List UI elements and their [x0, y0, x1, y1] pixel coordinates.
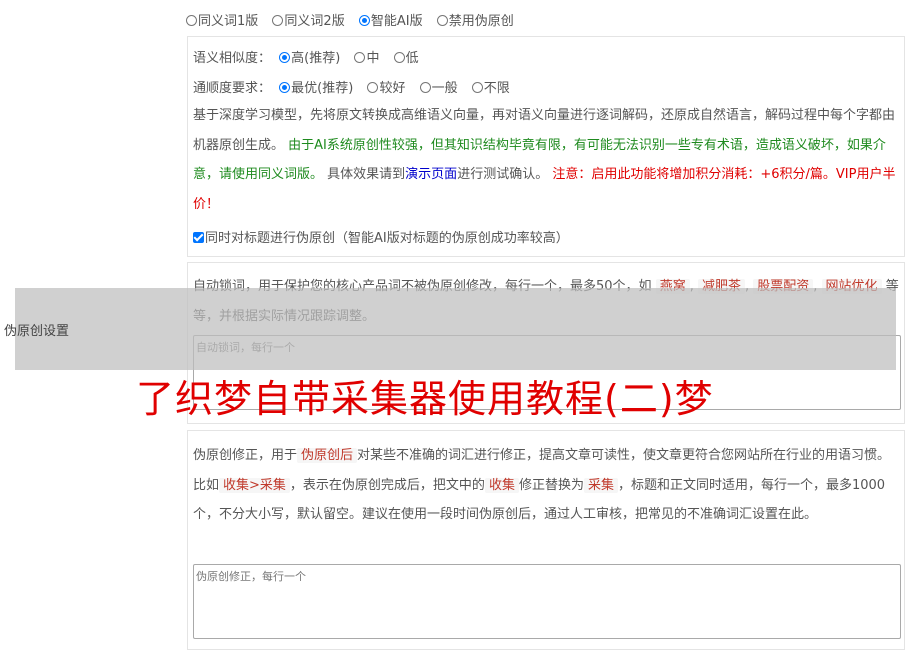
similarity-option-label: 低 — [405, 51, 419, 66]
demo-page-link[interactable]: 演示页面 — [405, 167, 457, 182]
mode-option-ai[interactable]: 智能AI版 — [358, 10, 423, 29]
fluency-option-label: 不限 — [483, 81, 510, 96]
similarity-radio-low[interactable] — [393, 52, 405, 63]
ai-settings-panel: 语义相似度： 高(推荐) 中 低 通顺度要求： 最优(推荐) 较好 一般 不限 … — [187, 36, 905, 257]
correction-tag: 伪原创后 — [297, 448, 358, 463]
effect-prefix: 具体效果请到 — [327, 167, 406, 182]
fluency-option-label: 最优(推荐) — [291, 81, 354, 96]
similarity-radio-mid[interactable] — [354, 52, 366, 63]
correction-textarea[interactable] — [193, 564, 901, 639]
mode-option-disable[interactable]: 禁用伪原创 — [436, 10, 514, 29]
mode-selector: 同义词1版 同义词2版 智能AI版 禁用伪原创 — [186, 10, 524, 29]
mode-radio-synonym2[interactable] — [272, 15, 284, 26]
fluency-radio-best[interactable] — [279, 82, 291, 93]
fluency-option-normal[interactable]: 一般 — [419, 77, 458, 96]
title-rewrite-row: 同时对标题进行伪原创（智能AI版对标题的伪原创成功率较高） — [193, 227, 569, 246]
mode-option-label: 同义词2版 — [284, 14, 345, 29]
gray-overlay-band — [15, 288, 896, 370]
fluency-option-good[interactable]: 较好 — [367, 77, 405, 96]
correction-text: 修正替换为 — [518, 477, 584, 493]
mode-radio-ai[interactable] — [358, 15, 370, 26]
similarity-option-low[interactable]: 低 — [393, 47, 419, 66]
correction-text: ，表示在伪原创完成后，把文中的 — [289, 477, 485, 493]
similarity-option-label: 中 — [366, 51, 380, 66]
fluency-option-label: 一般 — [431, 81, 458, 96]
mode-radio-synonym1[interactable] — [186, 15, 197, 26]
similarity-row: 语义相似度： 高(推荐) 中 低 — [193, 47, 429, 66]
mode-option-label: 同义词1版 — [198, 14, 259, 29]
correction-panel: 伪原创修正，用于 伪原创后 对某些不准确的词汇进行修正，提高文章可读性，使文章更符合… — [187, 430, 905, 650]
mode-option-synonym2[interactable]: 同义词2版 — [272, 10, 345, 29]
similarity-option-mid[interactable]: 中 — [354, 47, 379, 66]
effect-suffix: 进行测试确认。 — [457, 167, 549, 182]
fluency-option-best[interactable]: 最优(推荐) — [279, 77, 353, 96]
fluency-radio-any[interactable] — [471, 82, 483, 93]
correction-description: 伪原创修正，用于 伪原创后 对某些不准确的词汇进行修正，提高文章可读性，使文章更符合… — [193, 441, 901, 530]
mode-option-label: 智能AI版 — [370, 14, 423, 29]
title-rewrite-checkbox[interactable] — [193, 232, 204, 243]
fluency-label: 通顺度要求： — [193, 81, 272, 96]
pseudo-original-settings-label: 伪原创设置 — [4, 324, 70, 339]
mode-option-synonym1[interactable]: 同义词1版 — [186, 10, 258, 29]
correction-tag: 收集>采集 — [219, 477, 290, 493]
similarity-option-label: 高(推荐) — [291, 51, 341, 66]
similarity-label: 语义相似度： — [193, 51, 272, 66]
fluency-radio-good[interactable] — [367, 82, 379, 93]
fluency-option-any[interactable]: 不限 — [471, 77, 510, 96]
watermark-title: 了织梦自带采集器使用教程(二)梦 — [136, 377, 714, 421]
fluency-row: 通顺度要求： 最优(推荐) 较好 一般 不限 — [193, 77, 520, 96]
ai-description: 基于深度学习模型，先将原文转换成高维语义向量，再对语义向量进行逐词解码，还原成自… — [193, 101, 901, 219]
correction-tag: 收集 — [484, 477, 519, 493]
fluency-option-label: 较好 — [379, 81, 406, 96]
similarity-option-high[interactable]: 高(推荐) — [279, 47, 340, 66]
title-rewrite-option[interactable]: 同时对标题进行伪原创（智能AI版对标题的伪原创成功率较高） — [193, 231, 569, 246]
mode-option-label: 禁用伪原创 — [448, 14, 514, 29]
title-rewrite-label: 同时对标题进行伪原创（智能AI版对标题的伪原创成功率较高） — [205, 231, 569, 246]
mode-radio-disable[interactable] — [436, 15, 448, 26]
correction-text: 伪原创修正，用于 — [193, 448, 298, 463]
correction-tag: 采集 — [583, 477, 618, 493]
similarity-radio-high[interactable] — [279, 52, 291, 63]
fluency-radio-normal[interactable] — [419, 82, 431, 93]
